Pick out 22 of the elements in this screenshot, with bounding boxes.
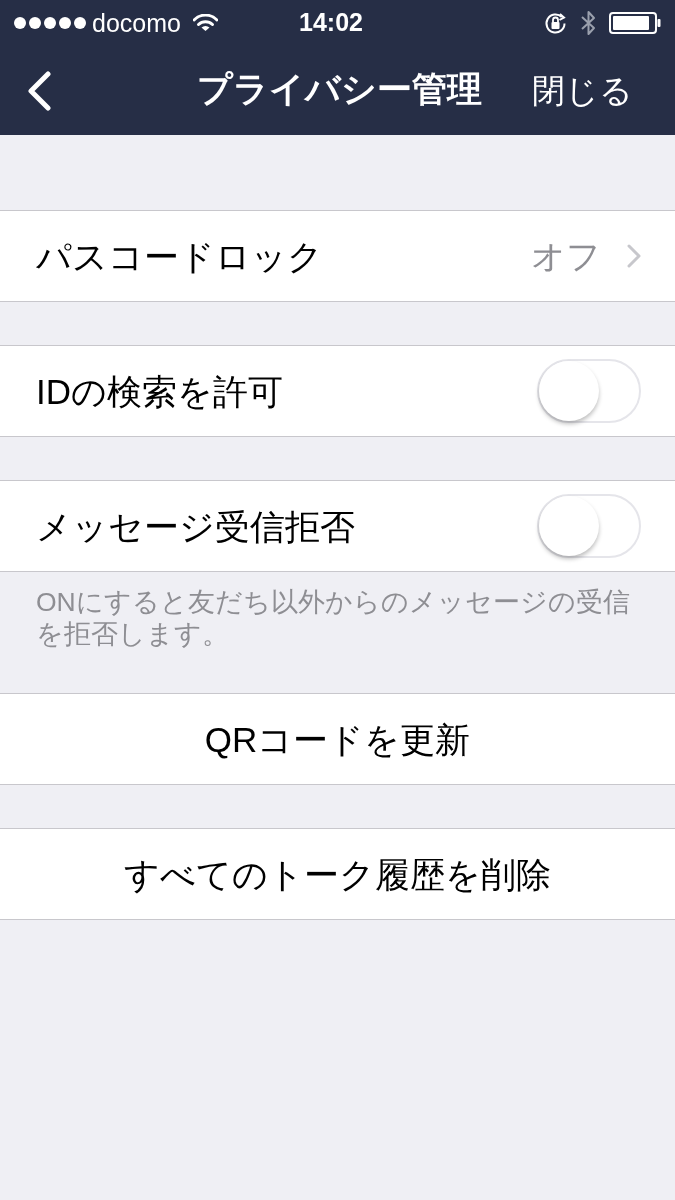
bluetooth-icon [581,9,596,37]
row-label: IDの検索を許可 [36,373,283,409]
row-label: メッセージ受信拒否 [36,508,355,544]
wifi-icon [192,14,218,32]
settings-row[interactable]: パスコードロック オフ [0,210,675,302]
rotation-lock-icon [543,10,568,36]
action-button[interactable]: QRコードを更新 [0,693,675,785]
screen-title: プライバシー管理 [197,71,482,106]
close-button[interactable]: 閉じる [532,74,633,107]
signal-strength-icon [14,17,86,29]
action-button[interactable]: すべてのトーク履歴を削除 [0,828,675,920]
carrier-name: docomo [92,10,181,36]
chevron-left-icon [26,70,52,111]
toggle-switch[interactable] [537,359,641,423]
battery-icon [609,12,661,34]
toggle-switch[interactable] [537,494,641,558]
section-footer-note: ONにすると友だち以外からのメッセージの受信を拒否します。 [36,586,631,650]
row-value: オフ [531,239,601,273]
back-button[interactable] [26,70,52,111]
row-label: パスコードロック [36,238,323,274]
chevron-right-icon [627,244,641,268]
clock-time: 14:02 [299,10,363,35]
